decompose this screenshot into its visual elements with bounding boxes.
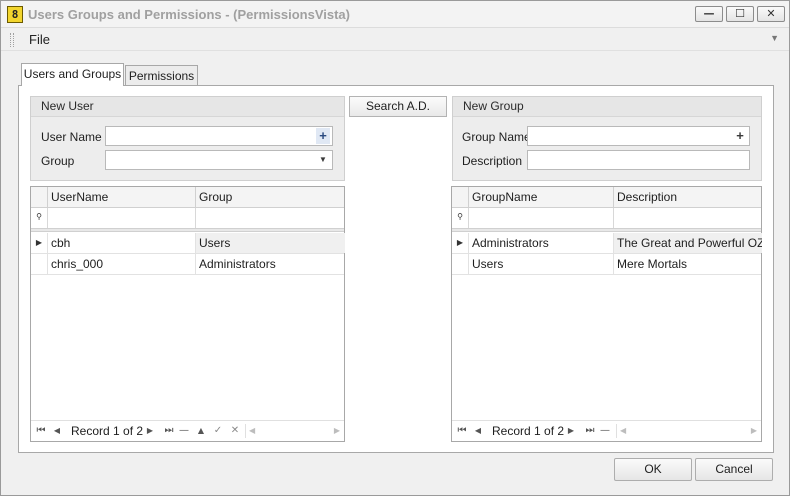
description-input[interactable] (527, 150, 750, 170)
first-record-icon[interactable]: ⏮ (456, 424, 468, 438)
filter-cell-username[interactable] (47, 208, 195, 228)
row-indicator-icon: ▶ (456, 238, 464, 247)
cancel-edit-icon[interactable]: ✕ (229, 424, 241, 438)
minimize-button[interactable]: — (695, 6, 723, 22)
description-label: Description (462, 154, 523, 168)
app-icon: 8 (7, 6, 23, 23)
menu-grip-icon[interactable] (10, 33, 14, 47)
table-row[interactable]: Users Mere Mortals (452, 254, 761, 275)
grid-separator (31, 229, 344, 232)
column-header-description[interactable]: Description (613, 187, 762, 207)
add-group-icon[interactable]: + (733, 128, 747, 144)
scroll-left-icon[interactable]: ◀ (249, 424, 255, 438)
ok-button[interactable]: OK (614, 458, 692, 481)
tab-users-and-groups[interactable]: Users and Groups (21, 63, 124, 86)
table-row[interactable]: ▶ Administrators The Great and Powerful … (452, 233, 762, 254)
menu-overflow-icon[interactable]: ▼ (770, 33, 779, 43)
groupname-input[interactable]: + (527, 126, 750, 146)
scroll-right-icon[interactable]: ▶ (751, 424, 757, 438)
table-row[interactable]: ▶ cbh Users (31, 233, 345, 254)
new-group-caption: New Group (453, 97, 761, 117)
cancel-button[interactable]: Cancel (695, 458, 773, 481)
table-row[interactable]: chris_000 Administrators (31, 254, 344, 275)
last-record-icon[interactable]: ⏭ (584, 424, 596, 438)
column-header-username[interactable]: UserName (47, 187, 195, 207)
groups-filter-row: ⚲ (452, 208, 761, 229)
new-user-panel: New User User Name + Group ▼ (30, 96, 345, 181)
tab-permissions[interactable]: Permissions (125, 65, 198, 87)
close-button[interactable]: ✕ (757, 6, 785, 22)
next-record-icon[interactable]: ▶ (145, 424, 155, 438)
menu-item-file[interactable]: File (29, 32, 50, 47)
prev-record-icon[interactable]: ◀ (473, 424, 483, 438)
last-record-icon[interactable]: ⏭ (163, 424, 175, 438)
cell-username[interactable]: cbh (47, 233, 195, 253)
filter-cell-groupname[interactable] (468, 208, 613, 228)
horizontal-scrollbar[interactable]: ◀ ▶ (616, 424, 760, 438)
up-record-icon[interactable]: ▲ (196, 424, 206, 438)
cell-username[interactable]: chris_000 (47, 254, 195, 274)
record-counter: Record 1 of 2 (492, 424, 565, 438)
groups-grid-header: GroupName Description (452, 187, 761, 208)
scroll-left-icon[interactable]: ◀ (620, 424, 626, 438)
users-grid-header: UserName Group (31, 187, 344, 208)
groupname-label: Group Name (462, 130, 531, 144)
maximize-button[interactable]: ☐ (726, 6, 754, 22)
scroll-right-icon[interactable]: ▶ (334, 424, 340, 438)
delete-record-icon[interactable]: — (600, 424, 610, 438)
title-bar[interactable]: 8 Users Groups and Permissions - (Permis… (1, 1, 789, 28)
groups-grid-navigator: ⏮ ◀ Record 1 of 2 ▶ ⏭ — ◀ ▶ (452, 420, 761, 441)
add-user-icon[interactable]: + (316, 128, 330, 144)
filter-icon: ⚲ (457, 212, 463, 221)
menu-bar: File ▼ (1, 29, 789, 51)
cell-description[interactable]: Mere Mortals (613, 254, 762, 274)
cell-description[interactable]: The Great and Powerful OZ (613, 233, 762, 253)
next-record-icon[interactable]: ▶ (566, 424, 576, 438)
cell-groupname[interactable]: Users (468, 254, 613, 274)
filter-cell-description[interactable] (613, 208, 762, 228)
delete-record-icon[interactable]: — (179, 424, 189, 438)
column-header-group[interactable]: Group (195, 187, 345, 207)
group-select[interactable]: ▼ (105, 150, 333, 170)
column-header-groupname[interactable]: GroupName (468, 187, 613, 207)
username-label: User Name (41, 130, 102, 144)
horizontal-scrollbar[interactable]: ◀ ▶ (245, 424, 343, 438)
filter-icon: ⚲ (36, 212, 42, 221)
username-input[interactable]: + (105, 126, 333, 146)
groups-grid: GroupName Description ⚲ ▶ Administrators… (451, 186, 762, 442)
cell-groupname[interactable]: Administrators (468, 233, 613, 253)
save-record-icon[interactable]: ✓ (212, 424, 224, 438)
cell-group[interactable]: Administrators (195, 254, 345, 274)
filter-cell-group[interactable] (195, 208, 345, 228)
cell-group[interactable]: Users (195, 233, 345, 253)
users-grid: UserName Group ⚲ ▶ cbh Users chris_000 A… (30, 186, 345, 442)
users-grid-navigator: ⏮ ◀ Record 1 of 2 ▶ ⏭ — ▲ ✓ ✕ ◀ ▶ (31, 420, 344, 441)
chevron-down-icon[interactable]: ▼ (316, 152, 330, 168)
window-title: Users Groups and Permissions - (Permissi… (28, 7, 350, 22)
new-group-panel: New Group Group Name + Description (452, 96, 762, 181)
first-record-icon[interactable]: ⏮ (35, 424, 47, 438)
row-indicator-icon: ▶ (35, 238, 43, 247)
prev-record-icon[interactable]: ◀ (52, 424, 62, 438)
users-filter-row: ⚲ (31, 208, 344, 229)
app-window: 8 Users Groups and Permissions - (Permis… (0, 0, 790, 496)
search-ad-button[interactable]: Search A.D. (349, 96, 447, 117)
grid-separator (452, 229, 761, 232)
group-label: Group (41, 154, 75, 168)
record-counter: Record 1 of 2 (71, 424, 144, 438)
new-user-caption: New User (31, 97, 344, 117)
